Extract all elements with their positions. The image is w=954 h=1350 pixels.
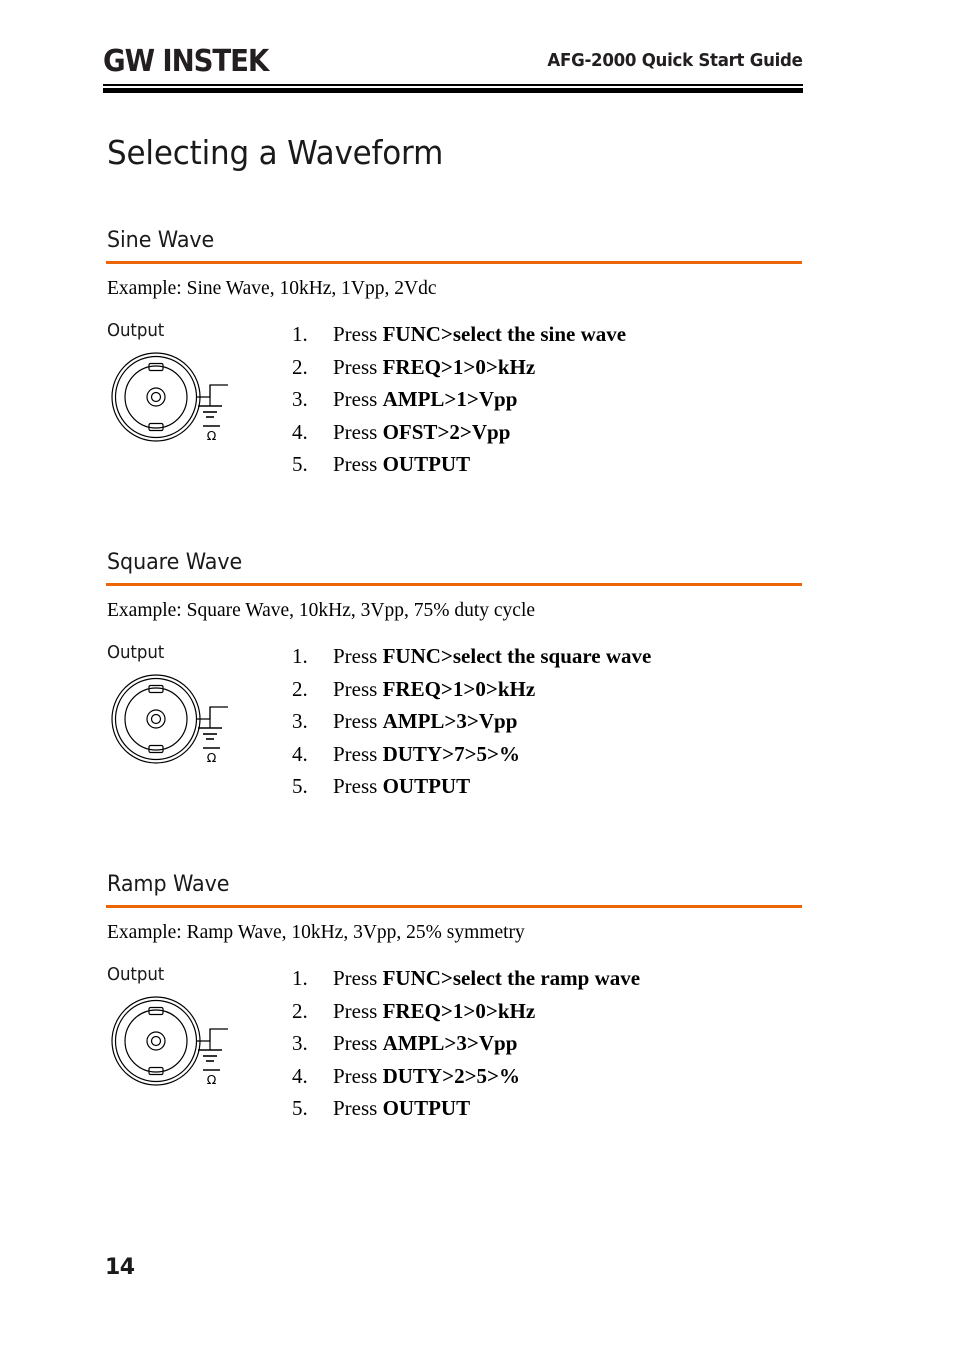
page-number: 14 — [105, 1255, 135, 1280]
section-heading: Square Wave — [107, 550, 243, 575]
step-key: FUNC>select the sine wave — [382, 322, 627, 346]
step-key: AMPL>3>Vpp — [382, 709, 518, 734]
step-key: FUNC>select the square wave — [382, 644, 652, 668]
step-key: AMPL>3>Vpp — [382, 1031, 518, 1056]
step-number: 4. — [292, 1063, 308, 1088]
step-key: FREQ>1>0>kHz — [382, 998, 536, 1023]
header-rule-thick — [103, 88, 803, 93]
step-item: 4. Press DUTY>2>5>% — [292, 1060, 812, 1093]
output-label: Output — [107, 643, 165, 663]
impedance-ohm-label: Ω — [207, 1072, 217, 1087]
logo-instek: INSTEK — [153, 44, 269, 79]
output-label: Output — [107, 321, 165, 341]
step-item: 3. Press AMPL>1>Vpp — [292, 383, 812, 416]
header-rule-thin — [103, 84, 803, 86]
step-key: DUTY>2>5>% — [382, 1063, 520, 1088]
bnc-connector-svg: Ω — [111, 996, 228, 1087]
step-number: 2. — [292, 998, 308, 1023]
step-lead: Press — [333, 452, 383, 477]
step-number: 3. — [292, 387, 308, 412]
page-title: Selecting a Waveform — [107, 133, 444, 172]
step-number: 4. — [292, 419, 308, 444]
step-item: 5. Press OUTPUT — [292, 448, 812, 481]
step-lead: Press — [333, 966, 383, 990]
output-label: Output — [107, 965, 165, 985]
section-heading: Sine Wave — [107, 228, 215, 253]
step-key: OFST>2>Vpp — [382, 419, 511, 444]
step-lead: Press — [333, 998, 383, 1023]
step-item: 2. Press FREQ>1>0>kHz — [292, 351, 812, 384]
step-key: OUTPUT — [382, 1096, 471, 1121]
logo-w: W — [124, 44, 155, 79]
impedance-ohm-label: Ω — [207, 428, 217, 443]
step-number: 5. — [292, 774, 308, 799]
step-lead: Press — [333, 741, 383, 766]
step-key: OUTPUT — [382, 774, 471, 799]
step-item: 5. Press OUTPUT — [292, 1092, 812, 1125]
step-lead: Press — [333, 676, 383, 701]
step-key: FREQ>1>0>kHz — [382, 354, 536, 379]
step-key: FUNC>select the ramp wave — [382, 966, 641, 990]
step-number: 5. — [292, 452, 308, 477]
bnc-connector-icon: Ω — [108, 993, 233, 1093]
step-item: 1. Press FUNC>select the sine wave — [292, 318, 812, 351]
step-number: 3. — [292, 1031, 308, 1056]
logo-g: G — [103, 44, 126, 79]
steps-list: 1. Press FUNC>select the ramp wave 2. Pres… — [292, 962, 812, 1125]
steps-list: 1. Press FUNC>select the square wave 2. Pr… — [292, 640, 812, 803]
step-key: OUTPUT — [382, 452, 471, 477]
step-item: 1. Press FUNC>select the square wave — [292, 640, 812, 673]
step-item: 5. Press OUTPUT — [292, 770, 812, 803]
step-lead: Press — [333, 1096, 383, 1121]
step-item: 3. Press AMPL>3>Vpp — [292, 705, 812, 738]
step-lead: Press — [333, 322, 383, 346]
bnc-connector-svg: Ω — [111, 352, 228, 443]
bnc-connector-svg: Ω — [111, 674, 228, 765]
steps-list: 1. Press FUNC>select the sine wave 2. Pres… — [292, 318, 812, 481]
step-lead: Press — [333, 774, 383, 799]
step-number: 4. — [292, 741, 308, 766]
section-heading: Ramp Wave — [107, 872, 230, 897]
step-lead: Press — [333, 644, 383, 668]
step-lead: Press — [333, 1063, 383, 1088]
step-number: 3. — [292, 709, 308, 734]
step-number: 1. — [292, 966, 308, 990]
step-lead: Press — [333, 709, 383, 734]
gw-instek-logo: GW INSTEK — [103, 44, 269, 79]
step-item: 4. Press OFST>2>Vpp — [292, 416, 812, 449]
section-rule — [106, 261, 802, 264]
step-lead: Press — [333, 387, 383, 412]
step-key: AMPL>1>Vpp — [382, 387, 518, 412]
step-lead: Press — [333, 419, 383, 444]
bnc-connector-icon: Ω — [108, 349, 233, 449]
step-item: 4. Press DUTY>7>5>% — [292, 738, 812, 771]
section-rule — [106, 905, 802, 908]
step-number: 1. — [292, 322, 308, 346]
step-item: 2. Press FREQ>1>0>kHz — [292, 995, 812, 1028]
document-page: GW INSTEK AFG-2000 Quick Start Guide Sel… — [0, 0, 954, 1350]
step-key: FREQ>1>0>kHz — [382, 676, 536, 701]
step-number: 1. — [292, 644, 308, 668]
step-number: 2. — [292, 676, 308, 701]
section-example: Example: Sine Wave, 10kHz, 1Vpp, 2Vdc — [107, 278, 437, 299]
section-example: Example: Ramp Wave, 10kHz, 3Vpp, 25% sym… — [107, 922, 525, 943]
step-item: 3. Press AMPL>3>Vpp — [292, 1027, 812, 1060]
header-title: AFG-2000 Quick Start Guide — [547, 51, 804, 71]
step-number: 2. — [292, 354, 308, 379]
step-lead: Press — [333, 1031, 383, 1056]
section-rule — [106, 583, 802, 586]
step-item: 1. Press FUNC>select the ramp wave — [292, 962, 812, 995]
section-example: Example: Square Wave, 10kHz, 3Vpp, 75% d… — [107, 600, 536, 621]
impedance-ohm-label: Ω — [207, 750, 217, 765]
step-item: 2. Press FREQ>1>0>kHz — [292, 673, 812, 706]
bnc-connector-icon: Ω — [108, 671, 233, 771]
step-key: DUTY>7>5>% — [382, 741, 520, 766]
step-lead: Press — [333, 354, 383, 379]
step-number: 5. — [292, 1096, 308, 1121]
